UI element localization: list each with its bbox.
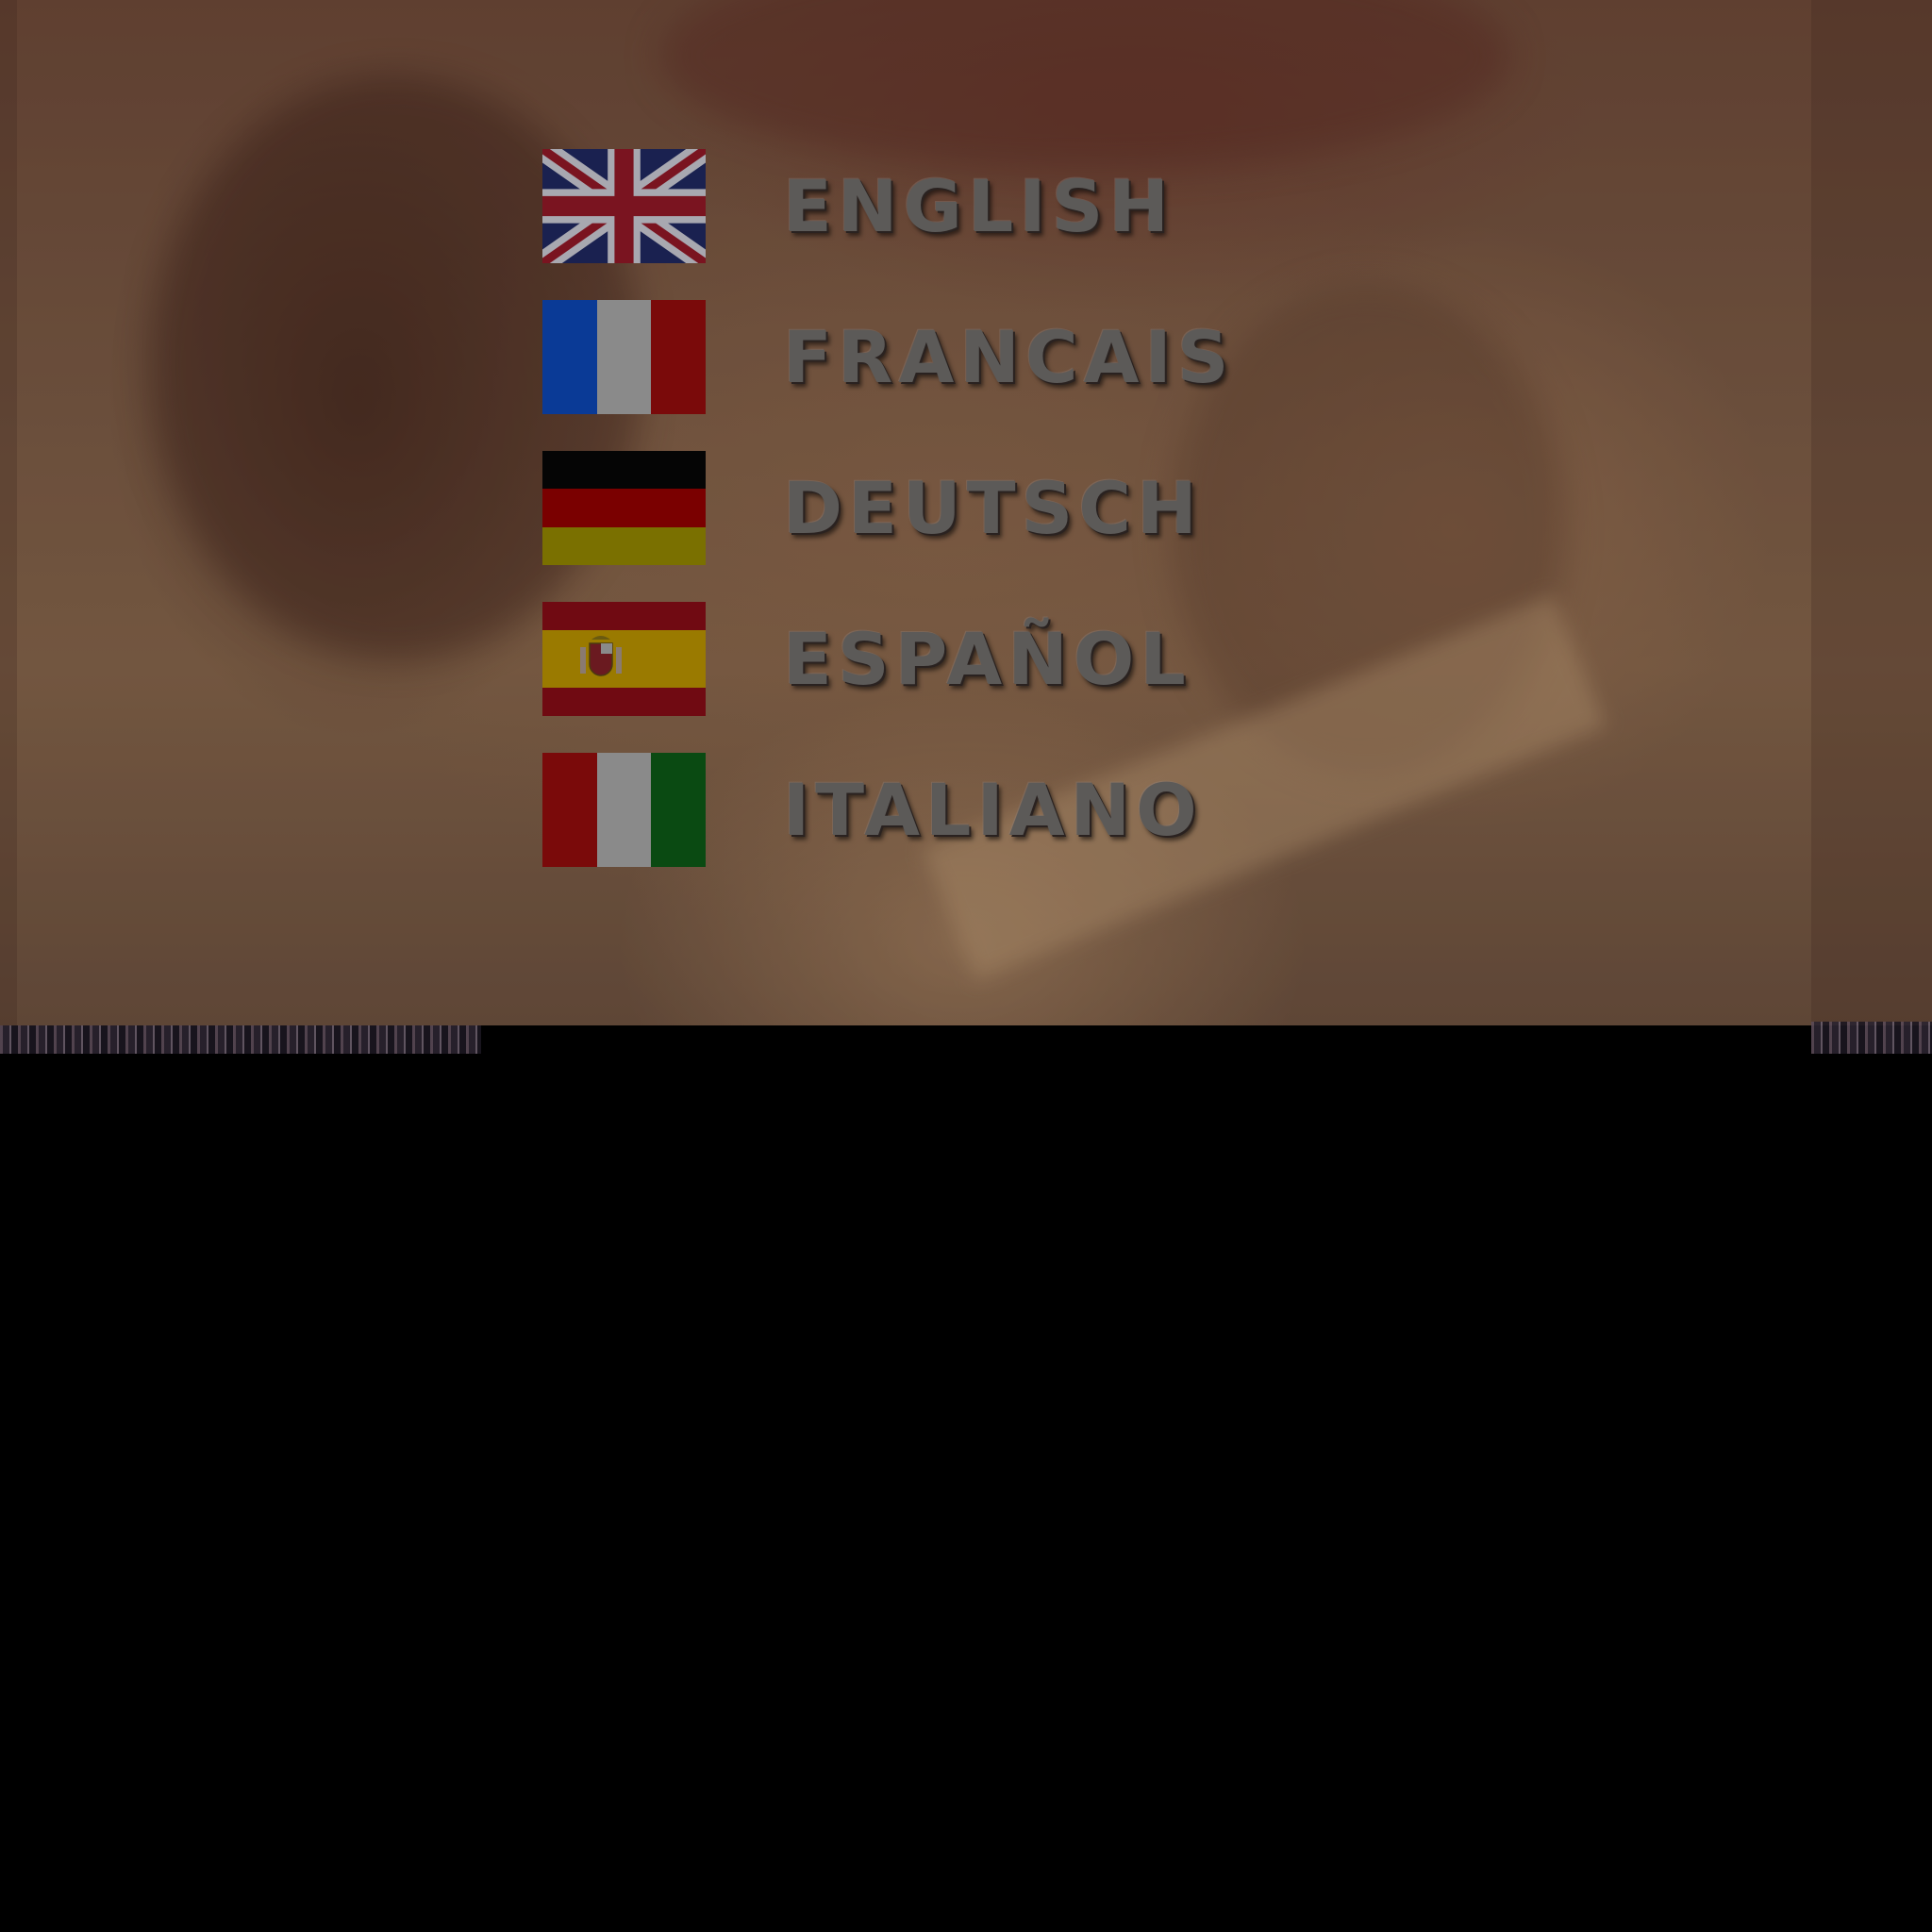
france-flag-icon bbox=[542, 300, 706, 414]
italy-flag-icon bbox=[542, 753, 706, 867]
language-option-spanish[interactable]: ESPAÑOL bbox=[542, 602, 1259, 719]
uk-flag-icon bbox=[542, 149, 706, 263]
lower-black-area bbox=[0, 1054, 1932, 1932]
language-label: FRANCAIS bbox=[783, 315, 1235, 399]
language-label: ESPAÑOL bbox=[783, 617, 1191, 701]
game-screen: ENGLISH FRANCAIS DEUTSCH ESPAÑOL ITALIAN… bbox=[0, 0, 1932, 1932]
language-option-italian[interactable]: ITALIANO bbox=[542, 753, 1259, 870]
right-edge-strip bbox=[1811, 0, 1932, 1025]
language-label: ITALIANO bbox=[783, 768, 1203, 852]
render-artifact-left bbox=[0, 1025, 481, 1054]
language-option-german[interactable]: DEUTSCH bbox=[542, 451, 1259, 568]
render-artifact-right bbox=[1811, 1022, 1932, 1054]
language-label: ENGLISH bbox=[783, 164, 1174, 248]
germany-flag-icon bbox=[542, 451, 706, 565]
left-edge-strip bbox=[0, 0, 17, 1025]
spain-flag-icon bbox=[542, 602, 706, 716]
language-option-french[interactable]: FRANCAIS bbox=[542, 300, 1259, 417]
language-label: DEUTSCH bbox=[783, 466, 1203, 550]
language-option-english[interactable]: ENGLISH bbox=[542, 149, 1259, 266]
